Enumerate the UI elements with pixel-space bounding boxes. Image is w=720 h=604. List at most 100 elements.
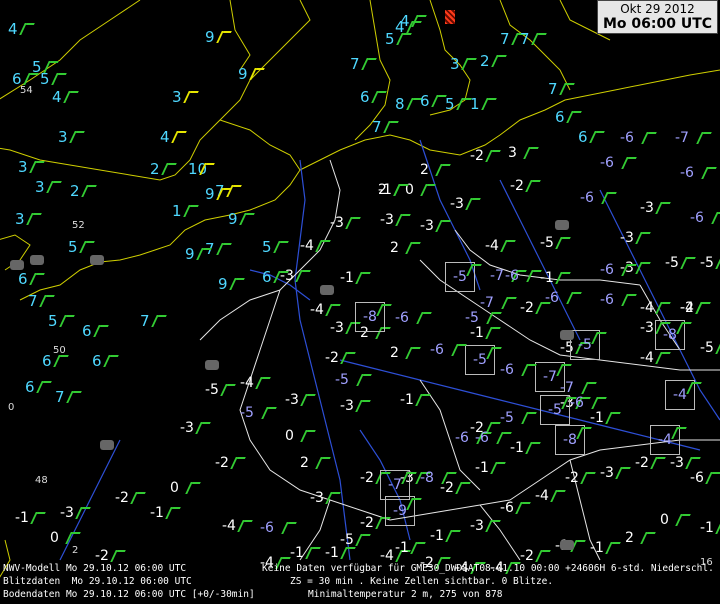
time-label: Mo 06:00 UTC	[602, 16, 713, 32]
land-temperature: -2	[360, 470, 374, 486]
cold-temperature: -6	[430, 342, 444, 358]
cold-temperature: -5	[465, 310, 479, 326]
land-temperature: -1	[470, 325, 484, 341]
wind-barb-icon	[641, 132, 659, 144]
sea-temperature: 3	[172, 88, 182, 106]
wind-barb-icon	[216, 31, 234, 43]
land-temperature: -3	[640, 200, 654, 216]
wind-barb-icon	[715, 257, 720, 269]
wind-barb-icon	[589, 131, 607, 143]
land-temperature: -3	[310, 490, 324, 506]
wind-barb-icon	[29, 273, 47, 285]
land-temperature: -1	[510, 440, 524, 456]
sea-temperature: 9	[228, 210, 238, 228]
sea-temperature: 6	[578, 128, 588, 146]
land-temperature: -3	[330, 215, 344, 231]
land-temperature: -4	[640, 300, 654, 316]
wind-barb-icon	[255, 377, 273, 389]
land-temperature: -3	[600, 465, 614, 481]
wind-barb-icon	[30, 512, 48, 524]
land-temperature: -5	[700, 340, 714, 356]
wind-barb-icon	[110, 550, 128, 562]
cold-temperature: -6	[395, 310, 409, 326]
sea-temperature: 9	[185, 245, 195, 263]
land-temperature: 0	[660, 512, 669, 528]
wind-barb-icon	[535, 550, 553, 562]
wind-barb-icon	[435, 164, 453, 176]
wind-barb-icon	[195, 422, 213, 434]
wind-barb-icon	[675, 514, 693, 526]
wind-barb-icon	[36, 381, 54, 393]
wind-barb-icon	[501, 297, 519, 309]
wind-barb-icon	[640, 532, 658, 544]
footer-legend: NWV-Modell Mo 29.10.12 06:00 UTC Keine D…	[0, 562, 720, 604]
footer-row-lightning-info: ZS = 30 min . Keine Zellen sichtbar. 0 B…	[290, 576, 554, 587]
sea-temperature: 4	[160, 128, 170, 146]
sea-temperature: 7	[55, 388, 65, 406]
sea-temperature: 6	[360, 88, 370, 106]
land-temperature: -1	[430, 528, 444, 544]
wind-barb-icon	[465, 198, 483, 210]
wind-barb-icon	[655, 352, 673, 364]
cold-temperature: -6	[475, 430, 489, 446]
land-temperature: -3	[620, 230, 634, 246]
land-temperature: -4	[680, 300, 694, 316]
footer-row-ground: Bodendaten Mo 29.10.12 06:00 UTC [+0/-30…	[3, 589, 255, 600]
land-temperature: -4	[222, 518, 236, 534]
cold-temperature: -5	[335, 372, 349, 388]
sea-temperature: 4	[52, 88, 62, 106]
wind-barb-icon	[261, 407, 279, 419]
wind-barb-icon	[705, 472, 720, 484]
land-temperature: -2	[115, 490, 129, 506]
land-temperature: -1	[400, 392, 414, 408]
cold-temperature: -7	[675, 130, 689, 146]
wind-barb-icon	[383, 121, 401, 133]
wind-barb-icon	[66, 391, 84, 403]
wind-barb-icon	[295, 270, 313, 282]
wind-barb-icon	[355, 534, 373, 546]
wind-barb-icon	[281, 522, 299, 534]
land-temperature: -5	[540, 235, 554, 251]
wind-barb-icon	[161, 163, 179, 175]
wind-barb-icon	[395, 214, 413, 226]
sea-temperature: 4	[395, 18, 405, 36]
cold-temperature: -6	[505, 268, 519, 284]
land-temperature: -1	[150, 505, 164, 521]
land-temperature: 2	[390, 240, 399, 256]
wind-barb-icon	[580, 472, 598, 484]
wind-barb-icon	[315, 240, 333, 252]
wind-barb-icon	[550, 490, 568, 502]
city-icon	[560, 330, 574, 340]
sea-temperature: 6	[12, 70, 22, 88]
land-temperature: -3	[420, 218, 434, 234]
land-temperature: -2	[565, 470, 579, 486]
wind-barb-icon	[345, 217, 363, 229]
land-temperature: -1	[325, 545, 339, 561]
cold-temperature: -6	[690, 210, 704, 226]
land-temperature: -2	[510, 178, 524, 194]
wind-barb-icon	[615, 467, 633, 479]
land-temperature: 2	[300, 455, 309, 471]
footer-row-model-info: Keine Daten verfügbar für GME30_DWDSAT08…	[262, 563, 714, 574]
sea-temperature: 5	[48, 312, 58, 330]
sea-temperature: 3	[450, 55, 460, 73]
wind-barb-icon	[715, 342, 720, 354]
wind-barb-icon	[81, 185, 99, 197]
cold-temperature: -7	[480, 295, 494, 311]
grid-label: 0	[8, 402, 15, 413]
land-temperature: 2	[420, 162, 429, 178]
wind-barb-icon	[481, 98, 499, 110]
wind-barb-icon	[555, 237, 573, 249]
wind-barb-icon	[305, 547, 323, 559]
land-temperature: 3	[508, 145, 517, 161]
wind-barb-icon	[249, 68, 267, 80]
land-temperature: -2	[360, 515, 374, 531]
sea-temperature: 5	[68, 238, 78, 256]
sea-temperature: 7	[28, 292, 38, 310]
land-temperature: -1	[700, 520, 714, 536]
wind-barb-icon	[500, 240, 518, 252]
wind-barb-icon	[39, 295, 57, 307]
wind-barb-icon	[441, 472, 459, 484]
cold-temperature: -5	[500, 410, 514, 426]
map-annotations: 5452504802164599342177910999654333235675…	[0, 0, 720, 604]
